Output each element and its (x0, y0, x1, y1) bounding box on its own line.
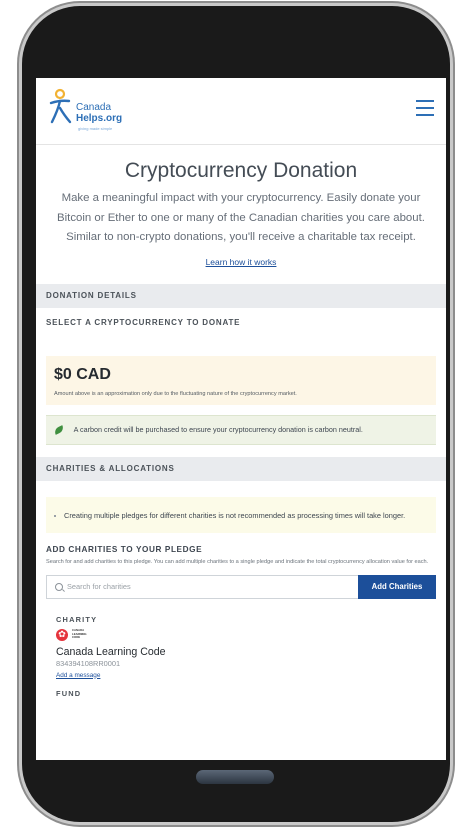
charity-search-field[interactable] (46, 574, 358, 599)
logo-line2: Helps.org (76, 113, 123, 124)
home-button[interactable] (196, 770, 274, 784)
carbon-notice: A carbon credit will be purchased to ens… (46, 414, 436, 445)
add-charities-description: Search for and add charities to this ple… (46, 558, 429, 565)
donation-amount: $0 CAD (54, 365, 111, 383)
logo-tagline: giving made simple (78, 126, 113, 131)
page-intro: Make a meaningful impact with your crypt… (57, 192, 425, 243)
warning-text: Creating multiple pledges for different … (64, 510, 406, 520)
leaf-icon (53, 424, 65, 435)
logo-wordmark: Canada Helps.org (76, 102, 122, 124)
phone-screen: Canada Helps.org giving made simple Cryp… (36, 78, 446, 760)
add-charities-heading: ADD CHARITIES TO YOUR PLEDGE (46, 544, 203, 554)
site-header: Canada Helps.org giving made simple (36, 78, 446, 145)
page-title: Cryptocurrency Donation (124, 159, 358, 182)
donation-details-band: DONATION DETAILS (36, 283, 446, 308)
bullet-icon (54, 514, 56, 517)
search-icon (55, 582, 63, 591)
carbon-notice-text: A carbon credit will be purchased to ens… (73, 424, 363, 434)
learn-link-wrap: Learn how it works (36, 252, 446, 270)
flower-icon: ✿ (56, 628, 68, 641)
amount-note: Amount above is an approximation only du… (54, 390, 297, 397)
add-charities-button[interactable]: Add Charities (358, 574, 436, 599)
add-message-link[interactable]: Add a message (56, 672, 100, 679)
multiple-pledges-warning: Creating multiple pledges for different … (46, 496, 436, 533)
fund-label: FUND (56, 688, 82, 698)
charity-name: Canada Learning Code (56, 645, 166, 658)
add-message-wrap: Add a message (36, 668, 446, 679)
charity-search-input[interactable] (63, 581, 289, 592)
charities-allocations-band: CHARITIES & ALLOCATIONS (36, 456, 446, 481)
logo-line1: Canada (76, 102, 112, 113)
amount-box: $0 CAD Amount above is an approximation … (46, 355, 436, 405)
charity-label: CHARITY (56, 614, 98, 624)
charity-logo: ✿ CANADA LEARNING CODE (56, 628, 446, 642)
hamburger-menu-icon[interactable] (416, 100, 434, 116)
learn-how-it-works-link[interactable]: Learn how it works (206, 257, 277, 267)
select-crypto-heading: SELECT A CRYPTOCURRENCY TO DONATE (46, 317, 241, 327)
charity-registration-number: 834394108RR0001 (56, 658, 121, 668)
charity-logo-text: CANADA LEARNING CODE (72, 628, 87, 640)
canadahelps-figure-icon (49, 88, 72, 124)
canadahelps-logo[interactable]: Canada Helps.org giving made simple (48, 88, 138, 132)
charity-search-row: Add Charities (46, 574, 436, 599)
